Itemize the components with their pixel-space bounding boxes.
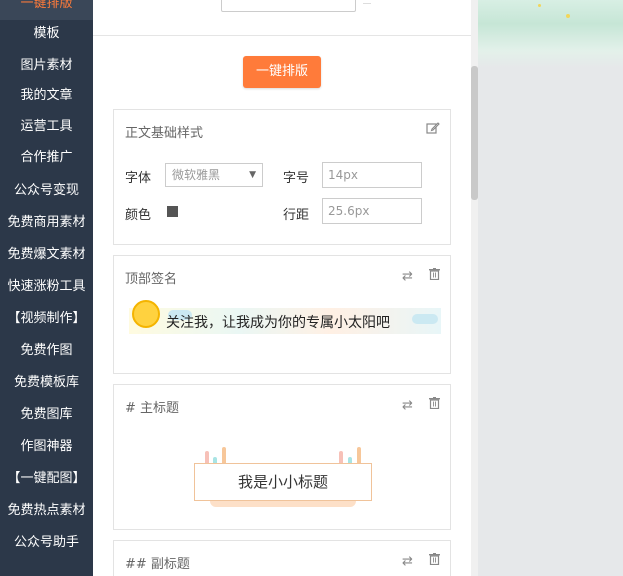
scrollbar-thumb[interactable] — [471, 66, 478, 200]
divider — [93, 35, 471, 36]
sidebar-item-templates[interactable]: 模板 — [0, 18, 93, 50]
base-style-title: 正文基础样式 — [125, 126, 204, 141]
top-signature-panel: 顶部签名 ⇄ 关注我，让我成为你的专属小太阳吧 — [113, 255, 451, 374]
line-height-label: 行距 — [283, 208, 310, 223]
cloud-decoration — [412, 314, 438, 324]
font-select[interactable]: 微软雅黑 ▼ — [165, 163, 263, 187]
swap-icon[interactable]: ⇄ — [402, 554, 413, 569]
main-title-sample: 我是小小标题 — [194, 463, 372, 501]
sun-icon — [132, 300, 160, 328]
sparkle-decoration — [566, 14, 570, 18]
sidebar-item-template-lib[interactable]: 免费模板库 — [0, 367, 93, 399]
font-size-input[interactable]: 14px — [322, 162, 422, 188]
sub-title-panel: ## 副标题 ⇄ — [113, 540, 451, 576]
chevron-down-icon: ▼ — [249, 170, 256, 180]
font-select-value: 微软雅黑 — [172, 168, 221, 182]
sidebar-item-design-tool[interactable]: 作图神器 — [0, 431, 93, 463]
trash-icon[interactable] — [429, 553, 440, 569]
sidebar-item-partner[interactable]: 合作推广 — [0, 142, 93, 174]
main-title-panel: # 主标题 ⇄ 我是小小标题 — [113, 384, 451, 530]
sidebar-item-viral-assets[interactable]: 免费爆文素材 — [0, 239, 93, 271]
trash-icon[interactable] — [429, 268, 440, 284]
sidebar-item-monetize[interactable]: 公众号变现 — [0, 175, 93, 207]
editor-panel: 一键排版 正文基础样式 字体 微软雅黑 ▼ 字号 14px 颜色 行距 25.6… — [93, 0, 477, 576]
trash-icon[interactable] — [429, 397, 440, 413]
swap-icon[interactable]: ⇄ — [402, 269, 413, 284]
color-label: 颜色 — [125, 208, 152, 223]
size-label: 字号 — [283, 171, 310, 186]
sidebar-item-image-assets[interactable]: 图片素材 — [0, 50, 93, 82]
sparkle-decoration — [538, 4, 541, 7]
sidebar-item-free-commercial[interactable]: 免费商用素材 — [0, 207, 93, 239]
top-signature-title: 顶部签名 — [125, 272, 178, 287]
sidebar-item-video[interactable]: 【视频制作】 — [0, 303, 93, 335]
sidebar-item-assistant[interactable]: 公众号助手 — [0, 527, 93, 559]
swap-icon[interactable]: ⇄ — [402, 398, 413, 413]
base-style-panel: 正文基础样式 字体 微软雅黑 ▼ 字号 14px 颜色 行距 25.6px — [113, 109, 451, 245]
edit-icon[interactable] — [426, 122, 440, 139]
main-title-heading: # 主标题 — [125, 401, 180, 416]
sidebar-item-ops-tools[interactable]: 运营工具 — [0, 111, 93, 143]
top-input-field[interactable] — [221, 0, 356, 12]
sidebar-item-layout[interactable]: 一键排版 — [0, 0, 93, 20]
sidebar-item-auto-image[interactable]: 【一键配图】 — [0, 463, 93, 495]
sidebar: 一键排版 模板 图片素材 我的文章 运营工具 合作推广 公众号变现 免费商用素材… — [0, 0, 93, 576]
sidebar-item-my-articles[interactable]: 我的文章 — [0, 80, 93, 112]
sidebar-item-free-gallery[interactable]: 免费图库 — [0, 399, 93, 431]
sidebar-item-hot-assets[interactable]: 免费热点素材 — [0, 495, 93, 527]
preview-header-art — [478, 0, 623, 68]
sidebar-item-growth-tools[interactable]: 快速涨粉工具 — [0, 271, 93, 303]
preview-area — [478, 0, 623, 576]
line-height-input[interactable]: 25.6px — [322, 198, 422, 224]
one-click-layout-button[interactable]: 一键排版 — [243, 56, 321, 88]
font-label: 字体 — [125, 171, 152, 186]
sidebar-item-free-design[interactable]: 免费作图 — [0, 335, 93, 367]
signature-text: 关注我，让我成为你的专属小太阳吧 — [166, 315, 390, 331]
sub-title-heading: ## 副标题 — [125, 557, 190, 572]
top-field-indicator — [363, 0, 371, 4]
text-color-swatch[interactable] — [167, 206, 178, 217]
